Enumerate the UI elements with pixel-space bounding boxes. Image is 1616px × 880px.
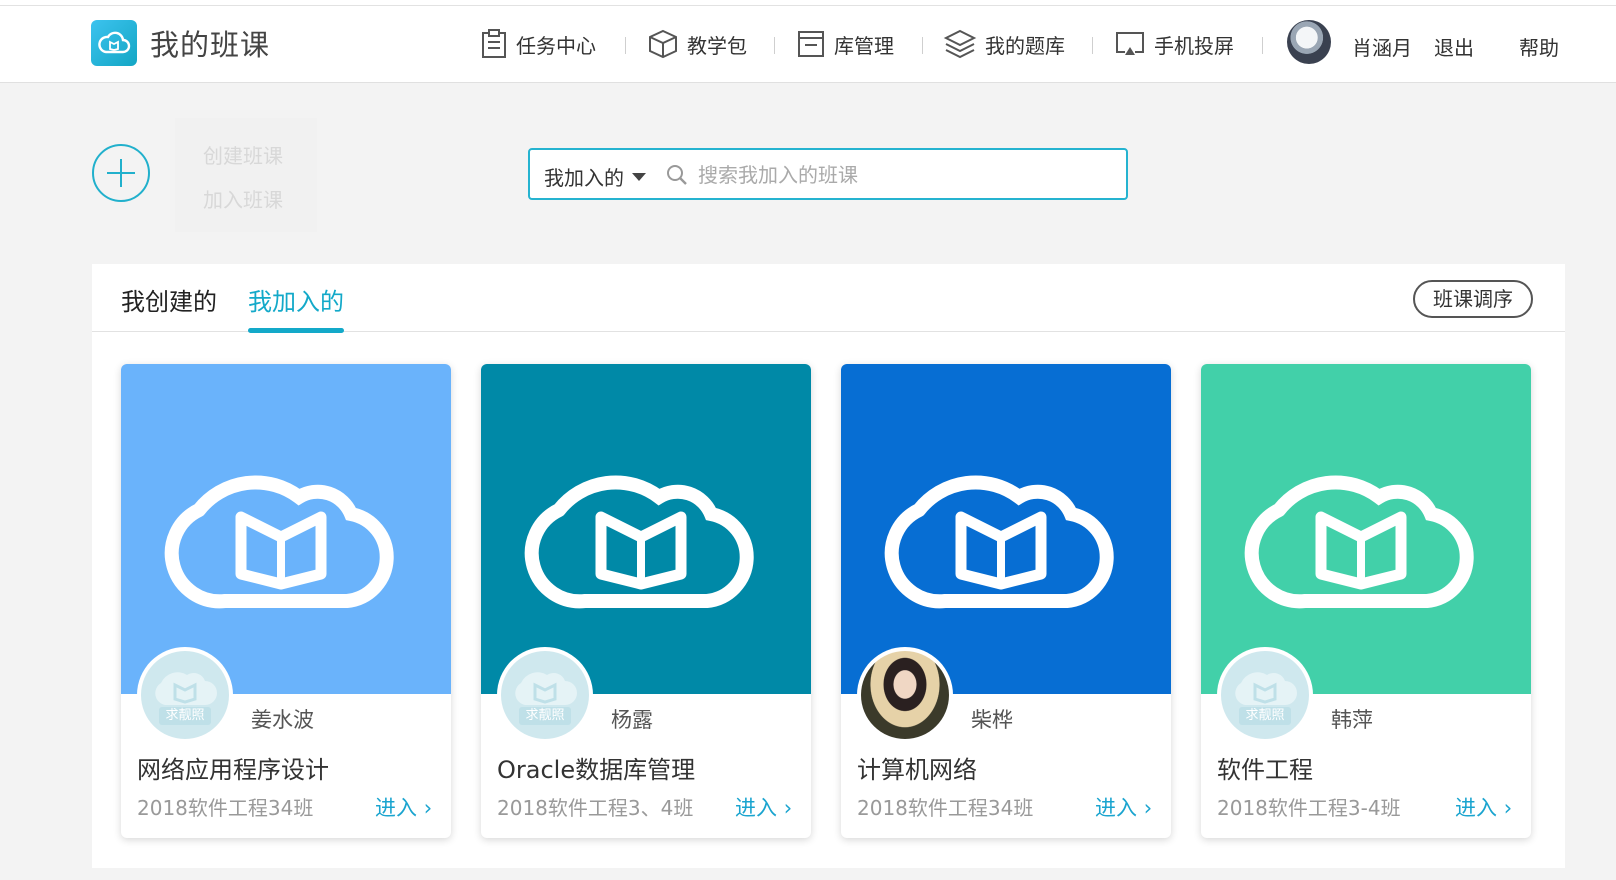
cloud-book-icon (1244, 475, 1474, 609)
chevron-right-icon: › (1503, 796, 1513, 820)
nav-divider (625, 37, 626, 54)
avatar-placeholder-text: 求靓照 (519, 707, 571, 725)
chevron-right-icon: › (783, 796, 793, 820)
avatar-placeholder-text: 求靓照 (1239, 707, 1291, 725)
teacher-avatar: 求靓照 (1217, 647, 1313, 743)
cloud-book-icon (1235, 672, 1297, 705)
enter-label: 进入 (1095, 796, 1137, 820)
class-list-panel: 我创建的 我加入的 班课调序 求靓照 姜水波 网络应用程序设计 2018软件工程… (92, 264, 1565, 868)
teacher-name: 姜水波 (251, 708, 314, 732)
class-cover (121, 364, 451, 694)
add-class-button[interactable] (92, 144, 150, 202)
avatar-placeholder-text: 求靓照 (159, 707, 211, 725)
tab-created[interactable]: 我创建的 (121, 282, 217, 317)
chevron-down-icon (632, 172, 646, 181)
nav-screen-cast-label: 手机投屏 (1154, 33, 1234, 58)
class-cover (481, 364, 811, 694)
teacher-avatar: 求靓照 (497, 647, 593, 743)
package-box-icon (649, 29, 677, 59)
nav-library-management[interactable]: 库管理 (796, 28, 894, 60)
class-cover (841, 364, 1171, 694)
nav-question-bank[interactable]: 我的题库 (943, 28, 1065, 60)
class-name: 2018软件工程34班 (137, 796, 314, 820)
enter-class-link[interactable]: 进入 › (735, 792, 792, 822)
cloud-book-icon (884, 475, 1114, 609)
class-cover (1201, 364, 1531, 694)
nav-screen-cast[interactable]: 手机投屏 (1114, 28, 1234, 60)
search-icon (667, 165, 687, 185)
app-title: 我的班课 (150, 28, 271, 62)
chevron-right-icon: › (423, 796, 433, 820)
app-logo[interactable] (91, 20, 137, 66)
nav-divider (774, 37, 775, 54)
cloud-book-icon (155, 672, 217, 705)
clipboard-icon (482, 29, 506, 58)
search-filter-dropdown[interactable]: 我加入的 (544, 162, 646, 191)
class-name: 2018软件工程3、4班 (497, 796, 694, 820)
nav-divider (1092, 37, 1093, 54)
chevron-right-icon: › (1143, 796, 1153, 820)
reorder-classes-button[interactable]: 班课调序 (1413, 280, 1533, 318)
archive-drawer-icon (798, 31, 824, 57)
class-card[interactable]: 柴桦 计算机网络 2018软件工程34班 进入 › (841, 364, 1171, 838)
help-link[interactable]: 帮助 (1519, 32, 1559, 61)
nav-divider (1262, 37, 1263, 54)
cloud-book-icon (98, 31, 131, 54)
class-card[interactable]: 求靓照 韩萍 软件工程 2018软件工程3-4班 进入 › (1201, 364, 1531, 838)
top-header: 我的班课 任务中心 教学包 库管理 我的题库 手机投屏 肖涵月 退出 帮助 (0, 6, 1616, 83)
enter-class-link[interactable]: 进入 › (375, 792, 432, 822)
teacher-avatar (857, 647, 953, 743)
cloud-book-icon (164, 475, 394, 609)
screen-cast-icon (1116, 32, 1144, 55)
cloud-book-icon (524, 475, 754, 609)
create-class-option[interactable]: 创建班课 (203, 140, 283, 169)
nav-task-center[interactable]: 任务中心 (480, 28, 596, 60)
user-name[interactable]: 肖涵月 (1352, 32, 1412, 61)
cloud-book-icon (515, 672, 577, 705)
enter-label: 进入 (735, 796, 777, 820)
add-class-menu: 创建班课 加入班课 (175, 118, 317, 232)
nav-teaching-package-label: 教学包 (687, 33, 747, 58)
active-tab-indicator (248, 328, 344, 333)
class-name: 2018软件工程34班 (857, 796, 1034, 820)
class-card[interactable]: 求靓照 姜水波 网络应用程序设计 2018软件工程34班 进入 › (121, 364, 451, 838)
teacher-avatar: 求靓照 (137, 647, 233, 743)
user-avatar[interactable] (1287, 20, 1331, 64)
nav-task-center-label: 任务中心 (516, 33, 596, 58)
search-filter-value: 我加入的 (544, 166, 624, 190)
enter-class-link[interactable]: 进入 › (1455, 792, 1512, 822)
class-title: 计算机网络 (857, 756, 977, 784)
search-bar: 我加入的 (528, 148, 1128, 200)
class-title: Oracle数据库管理 (497, 756, 696, 784)
teacher-name: 韩萍 (1331, 708, 1373, 732)
class-title: 网络应用程序设计 (137, 756, 329, 784)
enter-class-link[interactable]: 进入 › (1095, 792, 1152, 822)
logout-link[interactable]: 退出 (1434, 32, 1474, 61)
layers-stack-icon (943, 29, 977, 59)
enter-label: 进入 (375, 796, 417, 820)
class-name: 2018软件工程3-4班 (1217, 796, 1401, 820)
nav-teaching-package[interactable]: 教学包 (647, 28, 747, 60)
nav-divider (922, 37, 923, 54)
nav-library-management-label: 库管理 (834, 33, 894, 58)
join-class-option[interactable]: 加入班课 (203, 184, 283, 213)
tab-joined[interactable]: 我加入的 (248, 282, 344, 317)
teacher-photo (861, 651, 949, 739)
class-title: 软件工程 (1217, 756, 1313, 784)
class-card[interactable]: 求靓照 杨露 Oracle数据库管理 2018软件工程3、4班 进入 › (481, 364, 811, 838)
enter-label: 进入 (1455, 796, 1497, 820)
nav-question-bank-label: 我的题库 (985, 33, 1065, 58)
teacher-name: 杨露 (611, 708, 653, 732)
teacher-name: 柴桦 (971, 708, 1013, 732)
search-input[interactable] (696, 158, 1100, 192)
